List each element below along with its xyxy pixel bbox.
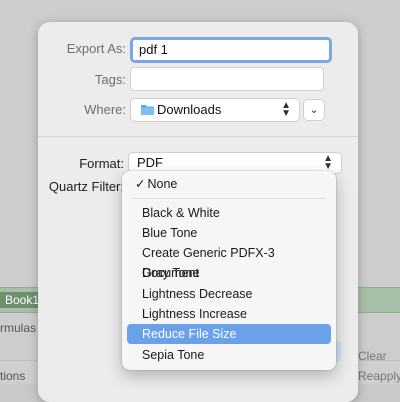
menu-item-reduce-file-size[interactable]: Reduce File Size xyxy=(127,324,331,344)
updown-chevron-icon: ▲ ▼ xyxy=(323,153,333,172)
expand-dialog-button[interactable]: ⌄ xyxy=(303,99,325,121)
menu-item-sepia-tone[interactable]: Sepia Tone xyxy=(127,345,331,365)
menu-item-label: None xyxy=(147,177,178,191)
tags-label: Tags: xyxy=(94,72,126,87)
menu-item-lightness-decrease[interactable]: Lightness Decrease xyxy=(127,284,331,304)
background-reapply-button: Reapply xyxy=(358,369,400,383)
background-clear-button: Clear xyxy=(358,349,387,363)
export-as-label: Export As: xyxy=(66,41,126,56)
background-tab-formulas: rmulas xyxy=(0,321,37,335)
tags-field[interactable] xyxy=(130,67,324,91)
divider xyxy=(38,136,358,137)
menu-item-lightness-increase[interactable]: Lightness Increase xyxy=(127,304,331,324)
menu-separator xyxy=(132,198,326,199)
menu-item-black-white[interactable]: Black & White xyxy=(127,203,331,223)
where-label: Where: xyxy=(84,102,126,117)
quartz-filter-label: Quartz Filter: xyxy=(48,179,124,194)
menu-item-create-generic-pdfx3[interactable]: Create Generic PDFX-3 Document xyxy=(127,243,331,280)
quartz-filter-menu: ✓ None Black & White Blue Tone Create Gen… xyxy=(122,171,336,370)
menu-item-gray-tone[interactable]: Gray Tone xyxy=(127,263,331,283)
updown-chevron-icon: ▲ ▼ xyxy=(281,100,291,119)
menu-item-none[interactable]: ✓ None xyxy=(127,174,331,194)
menu-item-blue-tone[interactable]: Blue Tone xyxy=(127,223,331,243)
format-label: Format: xyxy=(79,156,124,171)
background-tab-actions: tions xyxy=(0,369,26,383)
folder-icon xyxy=(141,105,154,115)
export-as-field[interactable]: pdf 1 xyxy=(130,37,332,63)
chevron-down-icon: ⌄ xyxy=(309,104,319,116)
where-select[interactable]: Downloads ▲ ▼ xyxy=(130,98,300,122)
format-value: PDF xyxy=(137,155,163,170)
checkmark-icon: ✓ xyxy=(135,177,146,191)
where-value: Downloads xyxy=(157,102,222,117)
